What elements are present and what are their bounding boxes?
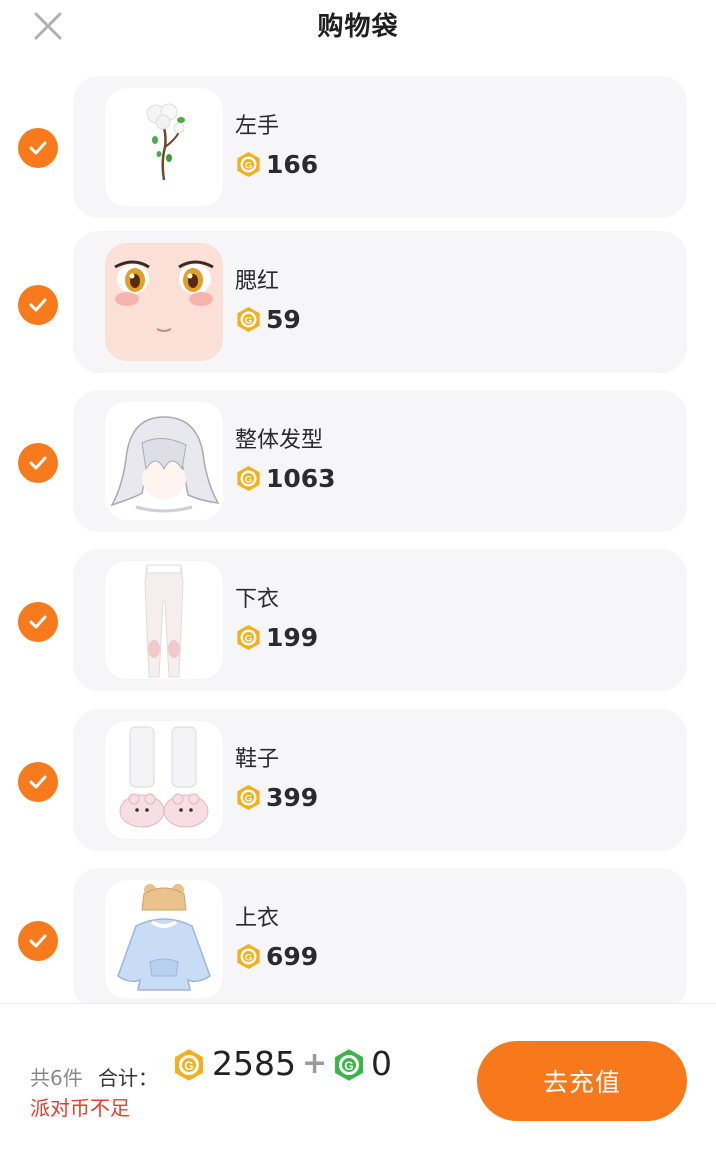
item-name: 鞋子 (235, 747, 280, 772)
insufficient-balance-warning: 派对币不足 (30, 1096, 130, 1120)
svg-text:G: G (245, 474, 253, 485)
cart-item: 整体发型 G 1063 (0, 390, 716, 536)
price-value: 399 (266, 783, 319, 812)
checkmark-icon (29, 615, 47, 629)
checkmark-icon (29, 934, 47, 948)
coin-icon: G (237, 624, 260, 651)
item-name: 左手 (235, 114, 280, 139)
item-card[interactable]: 整体发型 G 1063 (73, 390, 687, 532)
recharge-button[interactable]: 去充值 (477, 1041, 687, 1121)
svg-text:G: G (344, 1059, 353, 1073)
svg-text:G: G (245, 633, 253, 644)
price-value: 166 (266, 150, 319, 179)
item-card[interactable]: 上衣 G 699 (73, 868, 687, 1010)
item-checkbox[interactable] (18, 602, 58, 642)
item-name: 腮红 (235, 269, 280, 294)
shoes-image (119, 726, 209, 828)
item-thumbnail (105, 243, 223, 361)
item-checkbox[interactable] (18, 921, 58, 961)
coin-icon: G (237, 943, 260, 970)
total-label: 合计： (98, 1066, 158, 1090)
cart-item: 下衣 G 199 (0, 549, 716, 695)
item-name: 整体发型 (235, 428, 324, 453)
sweater-image (117, 884, 211, 991)
item-name: 下衣 (235, 587, 280, 612)
cart-item: 上衣 G 699 (0, 868, 716, 1014)
item-thumbnail (105, 88, 223, 206)
price-value: 1063 (266, 464, 336, 493)
plus-sign: + (302, 1046, 328, 1081)
checkmark-icon (29, 141, 47, 155)
cart-item: 鞋子 G 399 (0, 709, 716, 855)
page-title: 购物袋 (317, 12, 399, 42)
item-thumbnail (105, 402, 223, 520)
coin-icon: G (172, 1048, 206, 1086)
coin-icon: G (237, 151, 260, 178)
cart-item: 腮红 G 59 (0, 231, 716, 377)
item-count: 共6件 (30, 1066, 83, 1090)
item-thumbnail (105, 721, 223, 839)
coin-icon: G (237, 306, 260, 333)
face-image (105, 243, 223, 361)
header: 购物袋 (0, 0, 716, 56)
item-checkbox[interactable] (18, 443, 58, 483)
svg-text:G: G (245, 793, 253, 804)
svg-text:G: G (245, 160, 253, 171)
green-coin-value: 0 (371, 1044, 392, 1083)
item-card[interactable]: 腮红 G 59 (73, 231, 687, 373)
coin-icon: G (237, 784, 260, 811)
item-price: G 699 (235, 942, 318, 971)
item-name: 上衣 (235, 906, 280, 931)
item-checkbox[interactable] (18, 285, 58, 325)
item-thumbnail (105, 561, 223, 679)
item-card[interactable]: 鞋子 G 399 (73, 709, 687, 851)
item-card[interactable]: 下衣 G 199 (73, 549, 687, 691)
svg-text:G: G (245, 952, 253, 963)
item-price: G 166 (235, 150, 318, 179)
leggings-image (144, 564, 184, 678)
item-price: G 199 (235, 623, 318, 652)
price-value: 59 (266, 305, 301, 334)
checkout-footer: 共6件 合计： G 2585 + G 0 派对币不足 去充值 (0, 1003, 716, 1152)
item-checkbox[interactable] (18, 128, 58, 168)
cart-item: 左手 G 166 (0, 76, 716, 222)
item-price: G 59 (235, 305, 301, 334)
hairstyle-image (110, 416, 220, 513)
price-value: 199 (266, 623, 319, 652)
item-thumbnail (105, 880, 223, 998)
price-value: 699 (266, 942, 319, 971)
item-checkbox[interactable] (18, 762, 58, 802)
item-price: G 399 (235, 783, 318, 812)
item-card[interactable]: 左手 G 166 (73, 76, 687, 218)
svg-text:G: G (184, 1059, 193, 1073)
item-price: G 1063 (235, 464, 336, 493)
checkmark-icon (29, 456, 47, 470)
checkmark-icon (29, 775, 47, 789)
svg-text:G: G (245, 315, 253, 326)
coin-icon: G (237, 465, 260, 492)
green-coin-icon: G (332, 1048, 366, 1086)
total-value: 2585 (212, 1044, 296, 1083)
checkmark-icon (29, 298, 47, 312)
shopping-bag-screen: 购物袋 左手 G 166 腮红 G 59 整体发型 G 1063 下衣 G 19… (0, 0, 716, 1152)
flower-branch-image (146, 103, 185, 181)
